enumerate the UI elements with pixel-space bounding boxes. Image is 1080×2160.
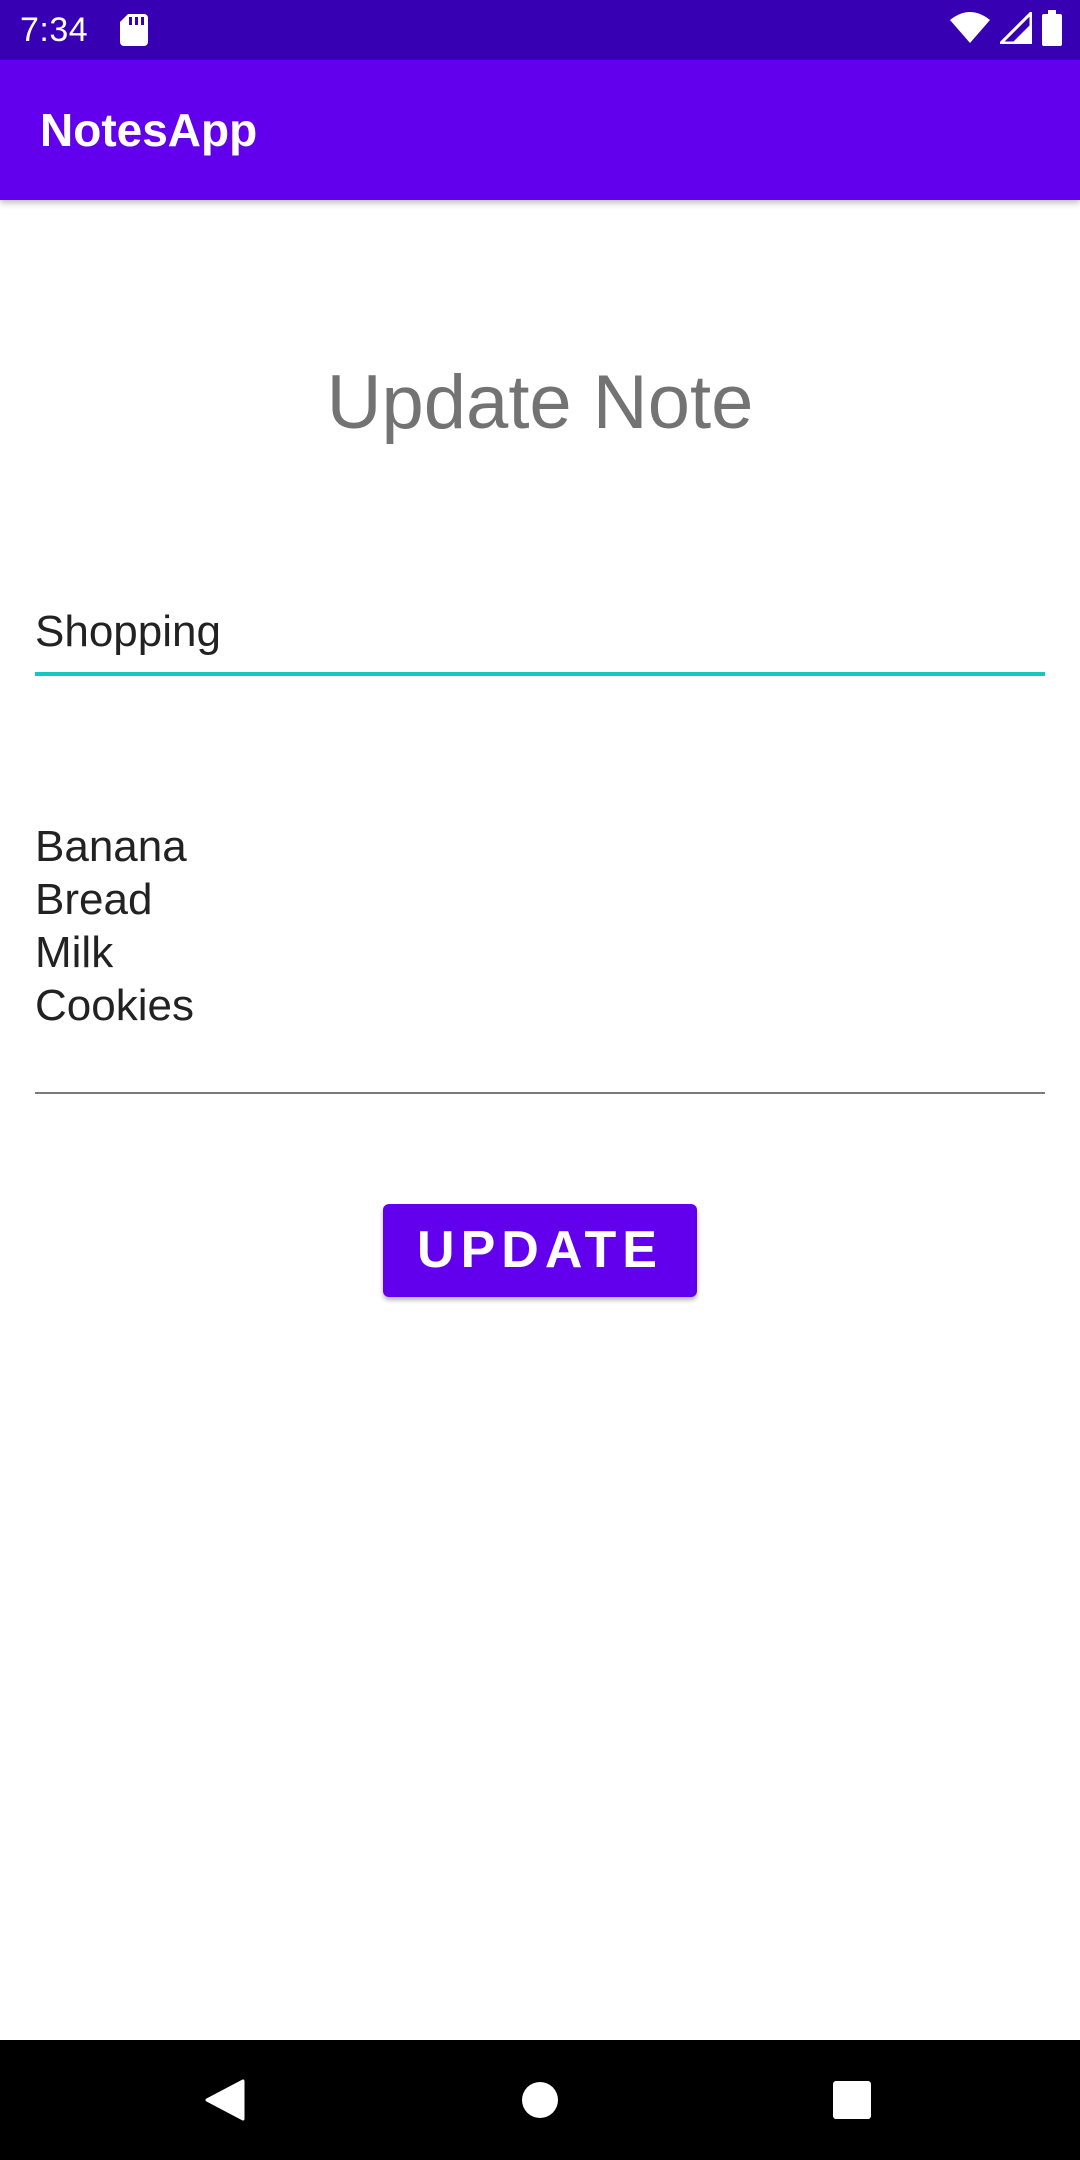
note-body-lines: Banana Bread Milk Cookies bbox=[35, 820, 194, 1032]
status-bar: 7:34 bbox=[0, 0, 1080, 60]
recents-icon[interactable] bbox=[792, 2040, 912, 2160]
navigation-bar bbox=[0, 2040, 1080, 2160]
app-title: NotesApp bbox=[40, 104, 258, 156]
battery-icon bbox=[1042, 9, 1062, 51]
back-icon[interactable] bbox=[165, 2040, 285, 2160]
note-title-input[interactable]: Shopping bbox=[35, 600, 1045, 676]
page-title: Update Note bbox=[326, 360, 754, 445]
note-body-line: Bread bbox=[35, 875, 153, 924]
status-time: 7:34 bbox=[20, 11, 89, 49]
note-body-line: Milk bbox=[35, 928, 114, 977]
note-title-value: Shopping bbox=[35, 607, 221, 656]
sd-card-icon bbox=[120, 14, 148, 46]
note-body-input[interactable]: Banana Bread Milk Cookies bbox=[35, 820, 1045, 1094]
home-icon[interactable] bbox=[480, 2040, 600, 2160]
update-button[interactable]: UPDATE bbox=[383, 1204, 697, 1297]
note-body-line: Banana bbox=[35, 822, 187, 871]
note-body-line: Cookies bbox=[35, 981, 194, 1030]
wifi-icon bbox=[950, 11, 990, 49]
app-bar: NotesApp bbox=[0, 60, 1080, 200]
screen: 7:34 NotesApp Update Note Shopping Banan… bbox=[0, 0, 1080, 2160]
signal-icon bbox=[997, 8, 1033, 49]
status-icons bbox=[950, 8, 1062, 51]
